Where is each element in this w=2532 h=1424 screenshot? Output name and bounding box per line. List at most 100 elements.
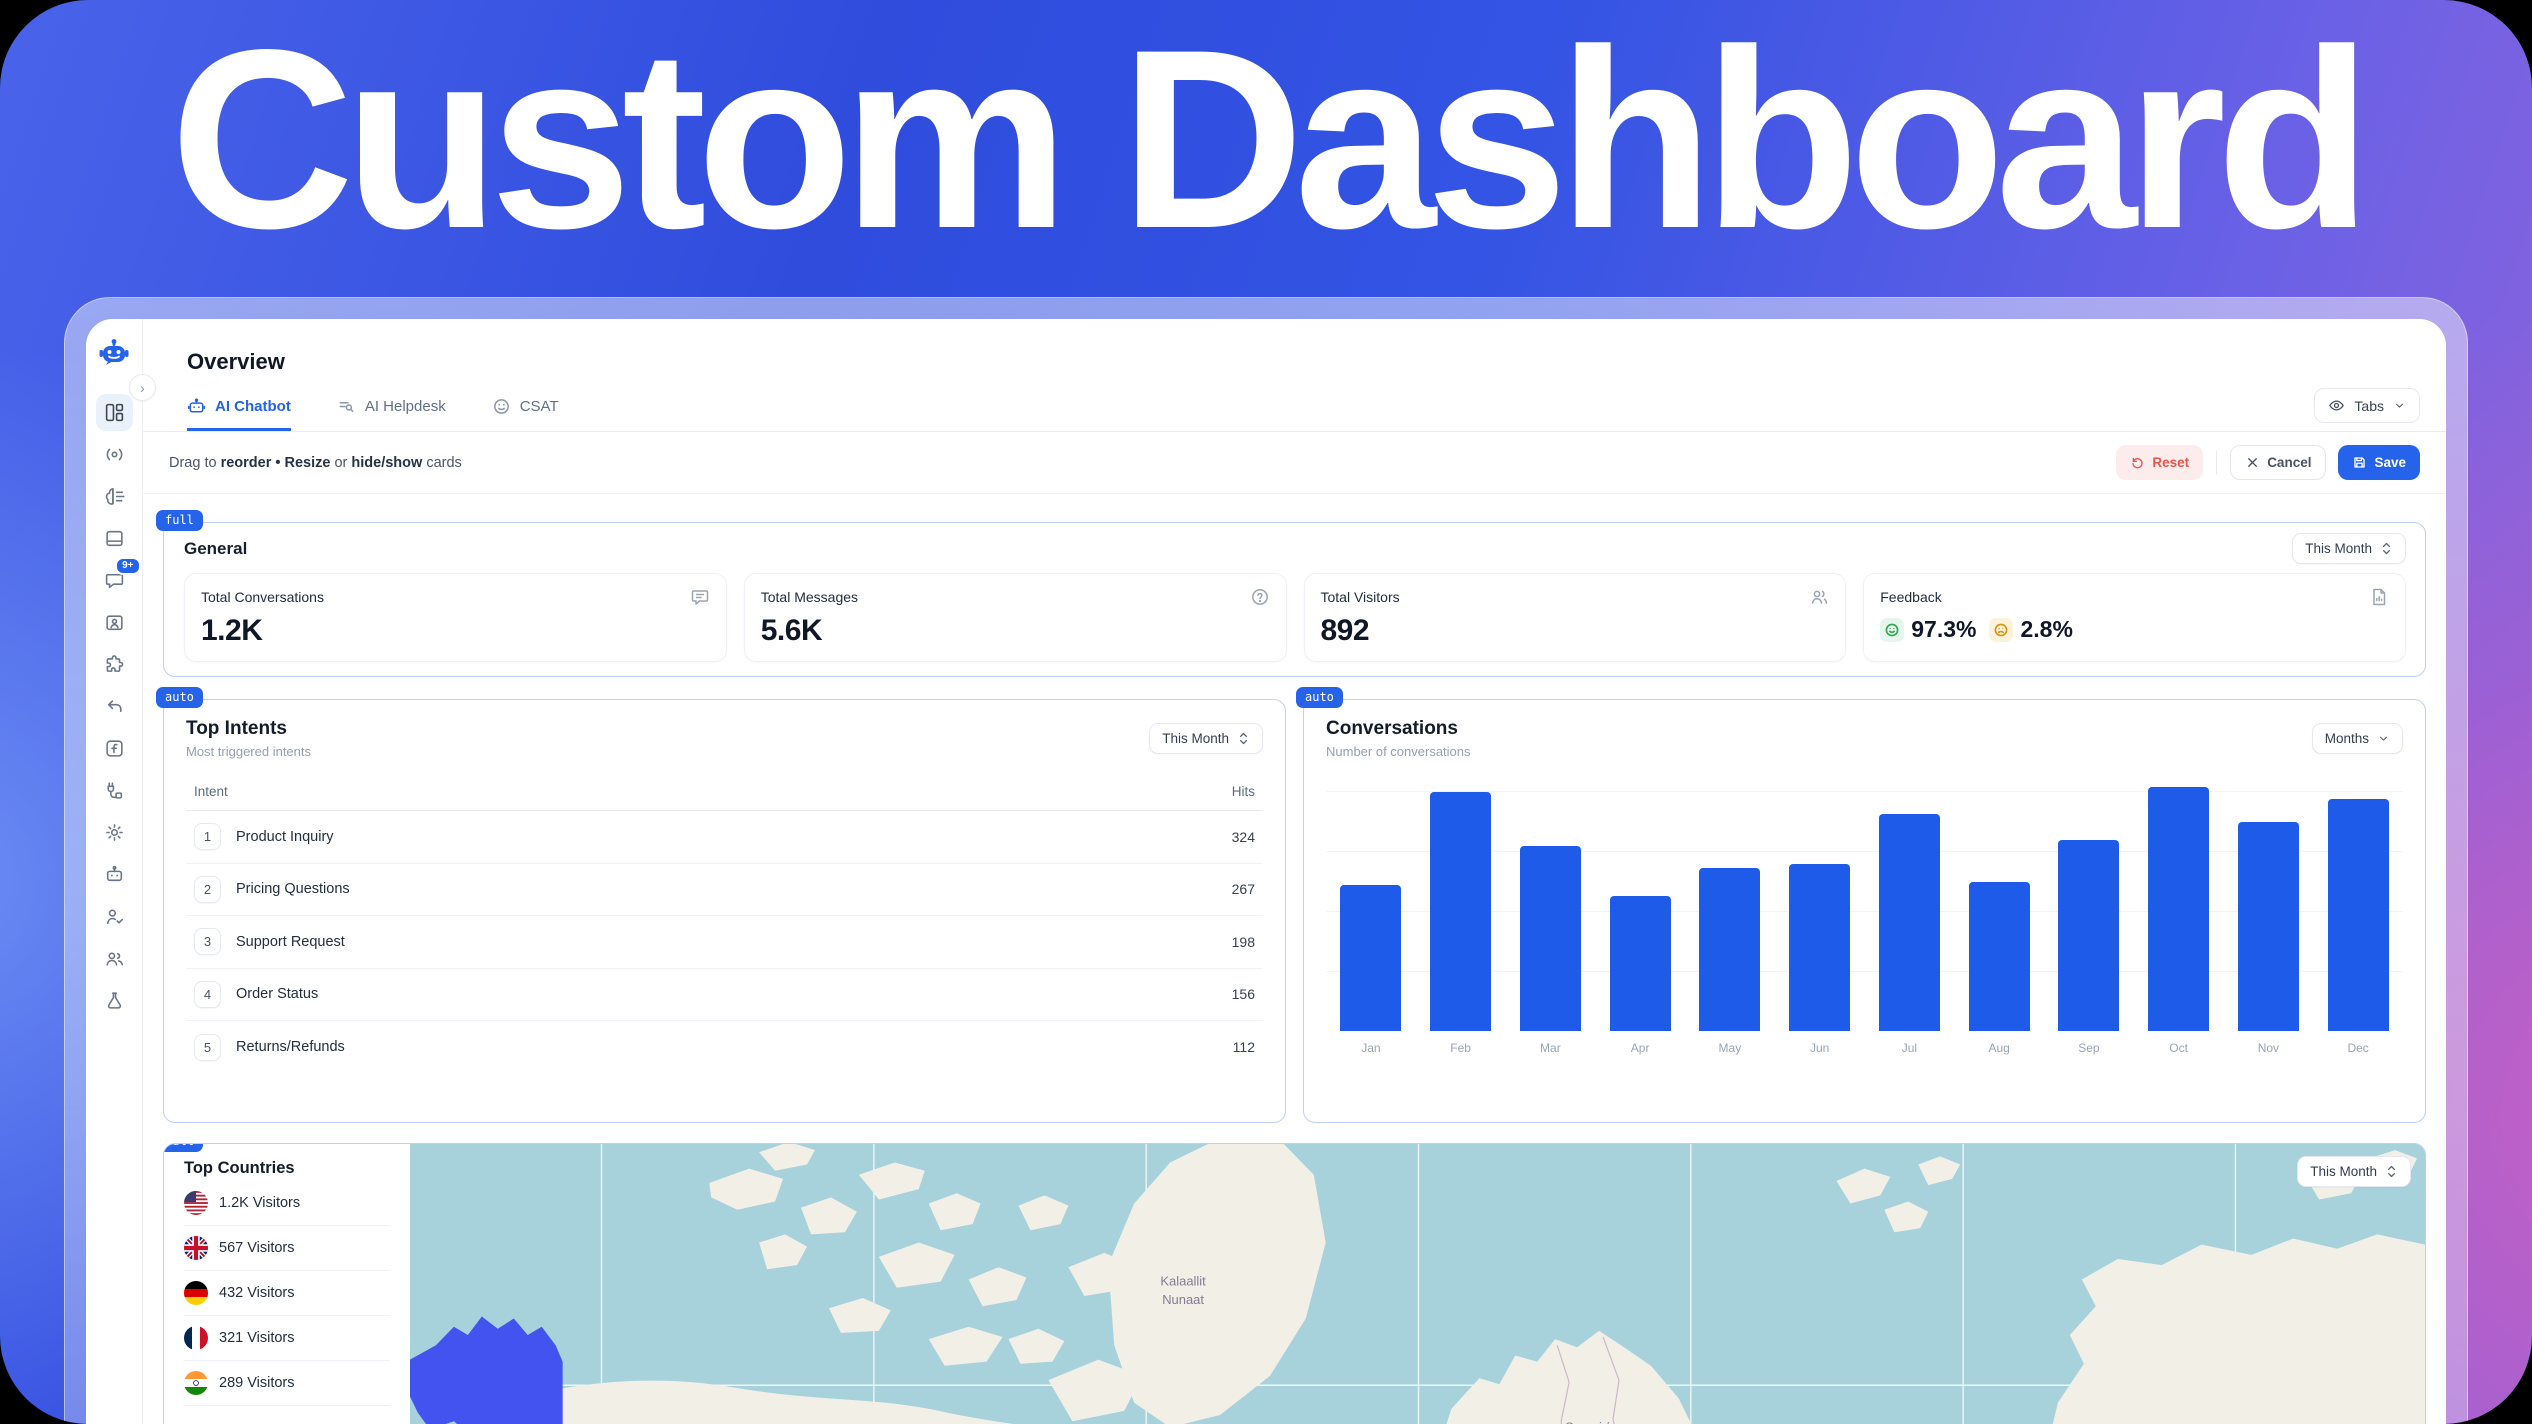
sidebar-item-chatbot[interactable] [96, 856, 133, 893]
chart-x-axis-labels: JanFebMarAprMayJunJulAugSepOctNovDec [1326, 1041, 2403, 1055]
intent-row: 5Returns/Refunds 112 [186, 1021, 1263, 1074]
us-flag [184, 1191, 208, 1215]
eye-icon [2328, 397, 2345, 414]
general-period-dropdown[interactable]: This Month [2292, 533, 2406, 564]
conversations-card[interactable]: auto Conversations Number of conversatio… [1303, 699, 2426, 1123]
general-card-title: General [184, 539, 247, 559]
bar-may [1699, 868, 1760, 1031]
edit-toolbar: Drag to reorder • Resize or hide/show ca… [143, 432, 2446, 494]
frown-icon [1989, 618, 2013, 642]
stat-total-conversations: Total Conversations 1.2K [184, 573, 727, 662]
report-icon [2369, 587, 2389, 607]
save-button[interactable]: Save [2338, 445, 2420, 480]
bar-jul [1879, 814, 1940, 1031]
sidebar-item-broadcast[interactable] [96, 436, 133, 473]
countries-list: Top Countries 1.2K Visitors 567 Visitors [164, 1144, 410, 1424]
sidebar-item-settings[interactable] [96, 814, 133, 851]
intents-table-header: Intent Hits [186, 773, 1263, 811]
stat-feedback: Feedback 97.3% [1863, 573, 2406, 662]
country-row-uk: 567 Visitors [184, 1226, 390, 1271]
india-flag [184, 1371, 208, 1395]
tab-csat[interactable]: CSAT [492, 397, 559, 431]
sidebar-item-ai-assist[interactable] [96, 478, 133, 515]
tab-label: AI Helpdesk [365, 398, 446, 415]
card-size-badge[interactable]: auto [1296, 687, 1343, 708]
card-size-badge[interactable]: full [156, 510, 203, 531]
toolbar-divider [2216, 451, 2217, 475]
sidebar-nav: 9+ [96, 394, 133, 1019]
intent-row: 4Order Status 156 [186, 969, 1263, 1022]
top-intents-period-dropdown[interactable]: This Month [1149, 723, 1263, 754]
top-countries-title: Top Countries [184, 1159, 390, 1178]
smiley-icon [492, 397, 511, 416]
map-label-finland: Suomi / [1565, 1419, 1609, 1424]
cancel-button[interactable]: Cancel [2230, 445, 2326, 480]
tab-ai-chatbot[interactable]: AI Chatbot [187, 397, 291, 431]
bar-nov [2238, 822, 2299, 1031]
card-size-badge[interactable]: full [163, 1143, 203, 1152]
bar-dec [2328, 799, 2389, 1031]
top-intents-subtitle: Most triggered intents [186, 744, 311, 759]
smile-icon [1880, 618, 1904, 642]
card-size-badge[interactable]: auto [156, 687, 203, 708]
updown-caret-icon [2380, 541, 2393, 556]
map-label-greenland: Kalaallit [1160, 1274, 1206, 1289]
bar-sep [2058, 840, 2119, 1031]
save-icon [2352, 455, 2367, 470]
stats-row: Total Conversations 1.2K Total Messages … [184, 573, 2406, 662]
bar-jun [1789, 864, 1850, 1031]
country-row-us: 1.2K Visitors [184, 1181, 390, 1226]
helpdesk-icon [337, 397, 356, 416]
countries-period-dropdown[interactable]: This Month [2297, 1156, 2411, 1187]
general-card[interactable]: full General This Month Total Conversati… [163, 522, 2426, 677]
conversations-period-dropdown[interactable]: Months [2312, 723, 2403, 754]
bar-oct [2148, 787, 2209, 1031]
app-window-frame: › 9+ [64, 297, 2468, 1424]
stat-total-visitors: Total Visitors 892 [1304, 573, 1847, 662]
tabs: AI Chatbot AI Helpdesk CSAT [187, 397, 559, 431]
page-title: Overview [143, 319, 2446, 375]
updown-caret-icon [2385, 1164, 2398, 1179]
dashboard-content: full General This Month Total Conversati… [143, 494, 2446, 1424]
rank-badge: 4 [194, 981, 221, 1008]
rank-badge: 2 [194, 876, 221, 903]
rank-badge: 1 [194, 823, 221, 850]
close-icon [2245, 455, 2260, 470]
sidebar-item-agents[interactable] [96, 898, 133, 935]
main-area: Overview AI Chatbot AI Helpdesk [143, 319, 2446, 1424]
intent-row: 2Pricing Questions 267 [186, 864, 1263, 917]
sidebar-item-connectors[interactable] [96, 772, 133, 809]
sidebar-item-contacts[interactable] [96, 604, 133, 641]
sidebar-item-knowledge-base[interactable] [96, 520, 133, 557]
sidebar-item-labs[interactable] [96, 982, 133, 1019]
chevron-down-icon [2393, 399, 2406, 412]
promo-canvas: Custom Dashboard › [0, 0, 2532, 1424]
feedback-negative: 2.8% [1989, 616, 2072, 643]
top-countries-card[interactable]: full Top Countries 1.2K Visitors 567 Vis… [163, 1143, 2426, 1424]
tab-label: CSAT [520, 398, 559, 415]
conversations-subtitle: Number of conversations [1326, 744, 1471, 759]
sidebar-item-teams[interactable] [96, 940, 133, 977]
sidebar-item-chats[interactable]: 9+ [96, 562, 133, 599]
sidebar-item-replies[interactable] [96, 688, 133, 725]
conversations-title: Conversations [1326, 718, 1471, 740]
feedback-positive: 97.3% [1880, 616, 1976, 643]
bar-jan [1340, 885, 1401, 1031]
bot-icon [187, 397, 206, 416]
world-map: Kalaallit Nunaat Ísland Norge Suomi / Fi… [410, 1144, 2425, 1424]
chats-unread-badge: 9+ [115, 557, 140, 575]
top-intents-card[interactable]: auto Top Intents Most triggered intents … [163, 699, 1286, 1123]
chart-bars [1326, 781, 2403, 1031]
sidebar-item-dashboard[interactable] [96, 394, 133, 431]
sidebar: › 9+ [86, 319, 143, 1424]
reset-button[interactable]: Reset [2116, 445, 2203, 480]
rank-badge: 5 [194, 1034, 221, 1061]
chevron-down-icon [2377, 732, 2390, 745]
tab-ai-helpdesk[interactable]: AI Helpdesk [337, 397, 446, 431]
tabs-visibility-button[interactable]: Tabs [2314, 388, 2420, 423]
sidebar-item-functions[interactable] [96, 730, 133, 767]
sidebar-collapse-button[interactable]: › [129, 374, 156, 401]
reset-icon [2130, 455, 2145, 470]
sidebar-item-integrations[interactable] [96, 646, 133, 683]
uk-flag [184, 1236, 208, 1260]
